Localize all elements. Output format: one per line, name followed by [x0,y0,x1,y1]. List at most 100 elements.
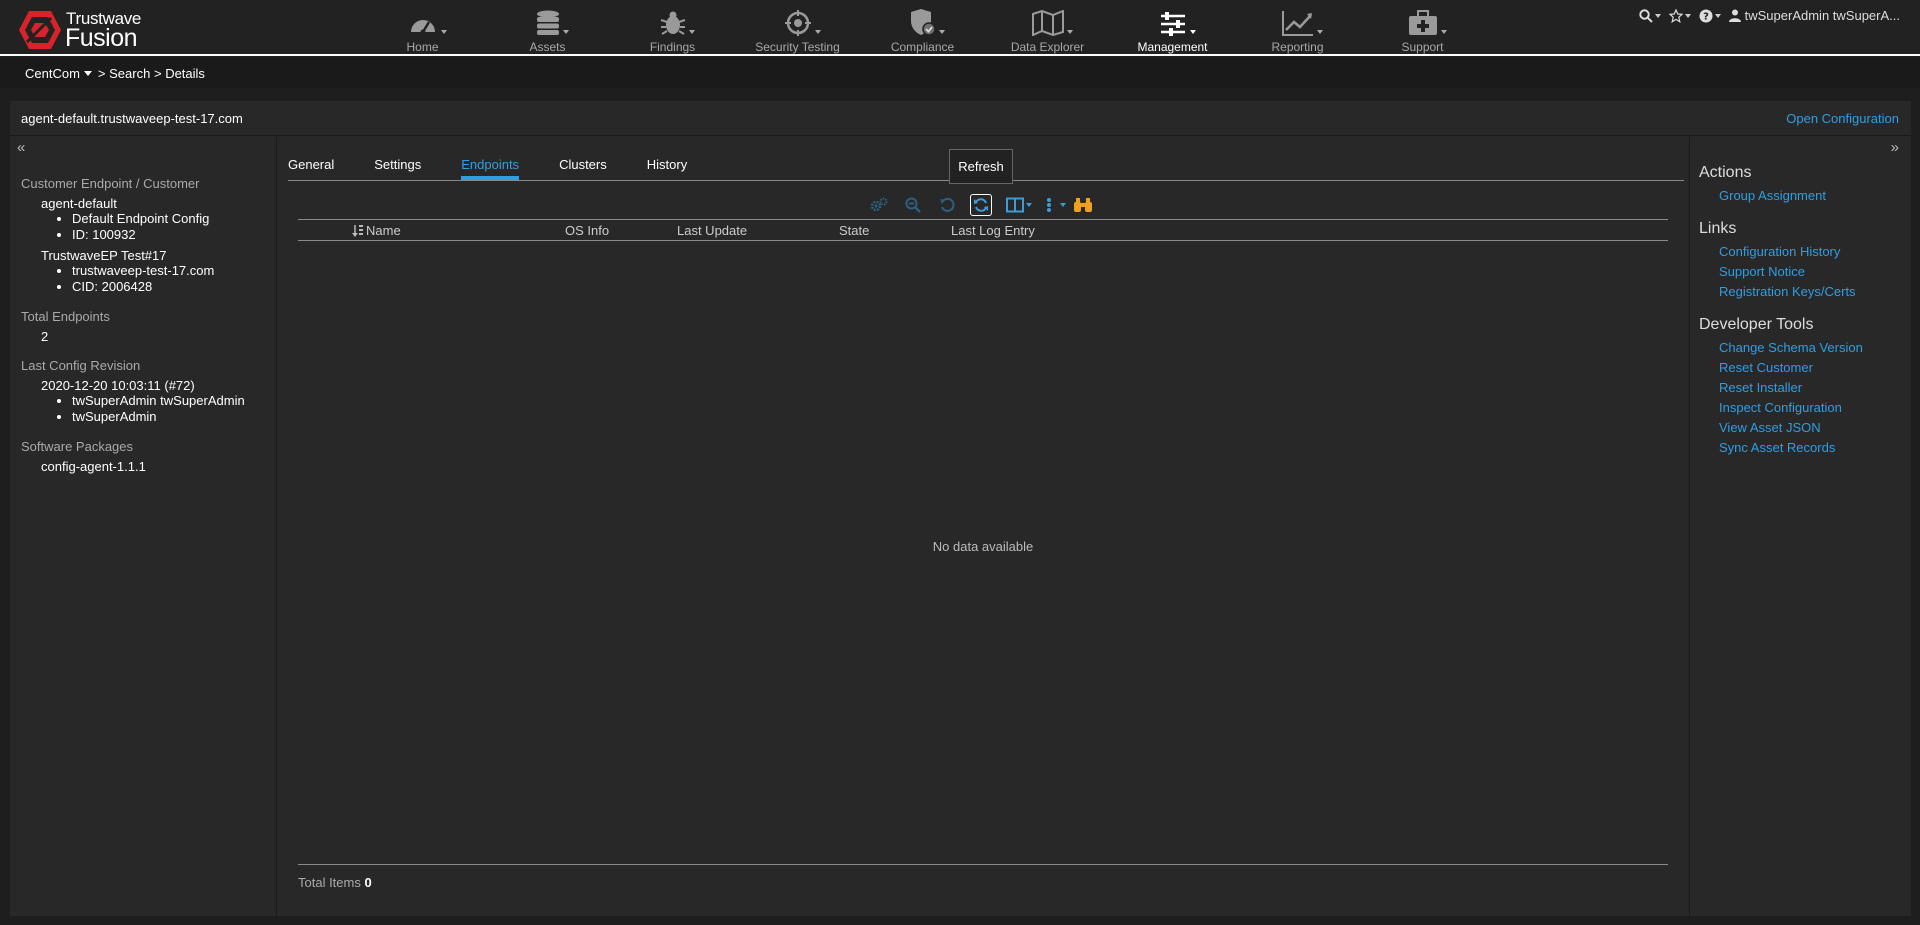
grid-header: Name OS Info Last Update State Last Log … [298,219,1668,241]
tab-settings[interactable]: Settings [374,157,421,180]
tab-history[interactable]: History [647,157,687,180]
favorites-menu[interactable] [1668,8,1691,23]
registration-keys-link[interactable]: Registration Keys/Certs [1699,282,1911,302]
chevron-down-icon [562,30,569,34]
map-icon [1031,10,1064,36]
revision-details: twSuperAdmin twSuperAdmin twSuperAdmin [21,393,276,425]
change-schema-version-link[interactable]: Change Schema Version [1699,338,1911,358]
section-title: Customer Endpoint / Customer [21,176,200,191]
nav-label: Data Explorer [1010,40,1085,54]
nav-management[interactable]: Management [1110,0,1235,56]
help-menu[interactable]: ? [1699,9,1721,23]
right-actions-panel: » Actions Group Assignment Links Configu… [1689,137,1911,916]
column-header-name[interactable]: Name [366,223,401,238]
shield-check-icon [910,9,936,36]
section-title: Software Packages [21,439,134,454]
chevron-down-icon [688,30,695,34]
breadcrumb: CentCom > Search > Details [0,58,1920,88]
star-icon [1668,8,1683,23]
software-package: config-agent-1.1.1 [41,459,146,474]
bug-icon [660,11,685,35]
undo-button[interactable] [936,194,958,216]
sync-asset-records-link[interactable]: Sync Asset Records [1699,438,1911,458]
main-nav: Home Assets Findings Security Testing Co… [360,0,1485,56]
configuration-history-link[interactable]: Configuration History [1699,242,1911,262]
tab-general[interactable]: General [288,157,334,180]
grid-toolbar [868,193,1094,217]
column-header-state[interactable]: State [839,223,869,238]
details-panel: agent-default.trustwaveep-test-17.com Op… [10,101,1911,916]
section-title: Last Config Revision [21,358,141,373]
more-options-button[interactable] [1038,194,1066,216]
brand-line2: Fusion [65,24,138,52]
chevron-down-icon [814,30,821,34]
chevron-down-icon [1060,203,1066,207]
breadcrumb-root[interactable]: CentCom [25,66,80,81]
refresh-button[interactable] [970,194,992,216]
developer-tools-heading: Developer Tools [1699,316,1814,333]
database-icon [536,10,559,35]
reset-customer-link[interactable]: Reset Customer [1699,358,1911,378]
config-revision: 2020-12-20 10:03:11 (#72) [41,378,195,393]
trustwave-logo[interactable]: Trustwave Fusion [18,7,148,52]
user-menu[interactable]: twSuperAdmin twSuperA... [1728,8,1900,23]
nav-label: Findings [649,40,696,54]
breadcrumb-search[interactable]: Search [109,66,150,81]
nav-label: Assets [529,40,566,54]
svg-text:?: ? [1703,11,1709,22]
panel-titlebar: agent-default.trustwaveep-test-17.com Op… [10,101,1911,136]
help-icon: ? [1699,9,1713,22]
reset-installer-link[interactable]: Reset Installer [1699,378,1911,398]
columns-button[interactable] [1004,194,1032,216]
top-right-controls: ? twSuperAdmin twSuperA... [1638,8,1900,23]
chevron-down-icon[interactable] [83,70,92,76]
inspect-configuration-link[interactable]: Inspect Configuration [1699,398,1911,418]
manage-button[interactable] [868,194,890,216]
nav-compliance[interactable]: Compliance [860,0,985,56]
chevron-down-icon [440,30,447,34]
collapse-left-icon[interactable]: « [17,139,25,156]
breadcrumb-details: Details [165,65,205,81]
chevron-down-icon [938,30,945,34]
nav-label: Compliance [890,40,955,54]
view-asset-json-link[interactable]: View Asset JSON [1699,418,1911,438]
nav-home[interactable]: Home [360,0,485,56]
column-header-last-update[interactable]: Last Update [677,223,747,238]
chevron-down-icon [1440,30,1447,34]
list-item: trustwaveep-test-17.com [72,263,276,279]
column-header-os-info[interactable]: OS Info [565,223,609,238]
search-menu[interactable] [1638,8,1661,23]
collapse-right-icon[interactable]: » [1891,139,1899,156]
endpoint-details: Default Endpoint Config ID: 100932 [21,211,276,243]
list-item: Default Endpoint Config [72,211,276,227]
nav-security-testing[interactable]: Security Testing [735,0,860,56]
actions-heading: Actions [1699,164,1752,181]
nav-assets[interactable]: Assets [485,0,610,56]
tab-clusters[interactable]: Clusters [559,157,607,180]
open-configuration-link[interactable]: Open Configuration [1786,111,1899,126]
chevron-down-icon [1189,30,1196,34]
chevron-down-icon [1066,30,1073,34]
zoom-out-button[interactable] [902,194,924,216]
support-notice-link[interactable]: Support Notice [1699,262,1911,282]
sort-icon[interactable] [352,224,364,237]
binoculars-icon [1074,198,1092,212]
empty-state-message: No data available [932,539,1034,554]
top-navbar: Trustwave Fusion Home Assets Findings Se… [0,0,1920,56]
gears-icon [870,197,888,212]
column-header-last-log-entry[interactable]: Last Log Entry [951,223,1035,238]
nav-reporting[interactable]: Reporting [1235,0,1360,56]
group-assignment-link[interactable]: Group Assignment [1699,186,1911,206]
nav-findings[interactable]: Findings [610,0,735,56]
chevron-down-icon [1654,13,1661,18]
zoom-out-icon [905,197,921,213]
search-icon [1638,8,1653,23]
customer-details: trustwaveep-test-17.com CID: 2006428 [21,263,276,295]
nav-label: Management [1137,40,1208,54]
nav-support[interactable]: Support [1360,0,1485,56]
page-title: agent-default.trustwaveep-test-17.com [21,110,243,126]
find-button[interactable] [1072,194,1094,216]
list-item: CID: 2006428 [72,279,276,295]
tab-endpoints[interactable]: Endpoints [461,157,520,180]
nav-data-explorer[interactable]: Data Explorer [985,0,1110,56]
